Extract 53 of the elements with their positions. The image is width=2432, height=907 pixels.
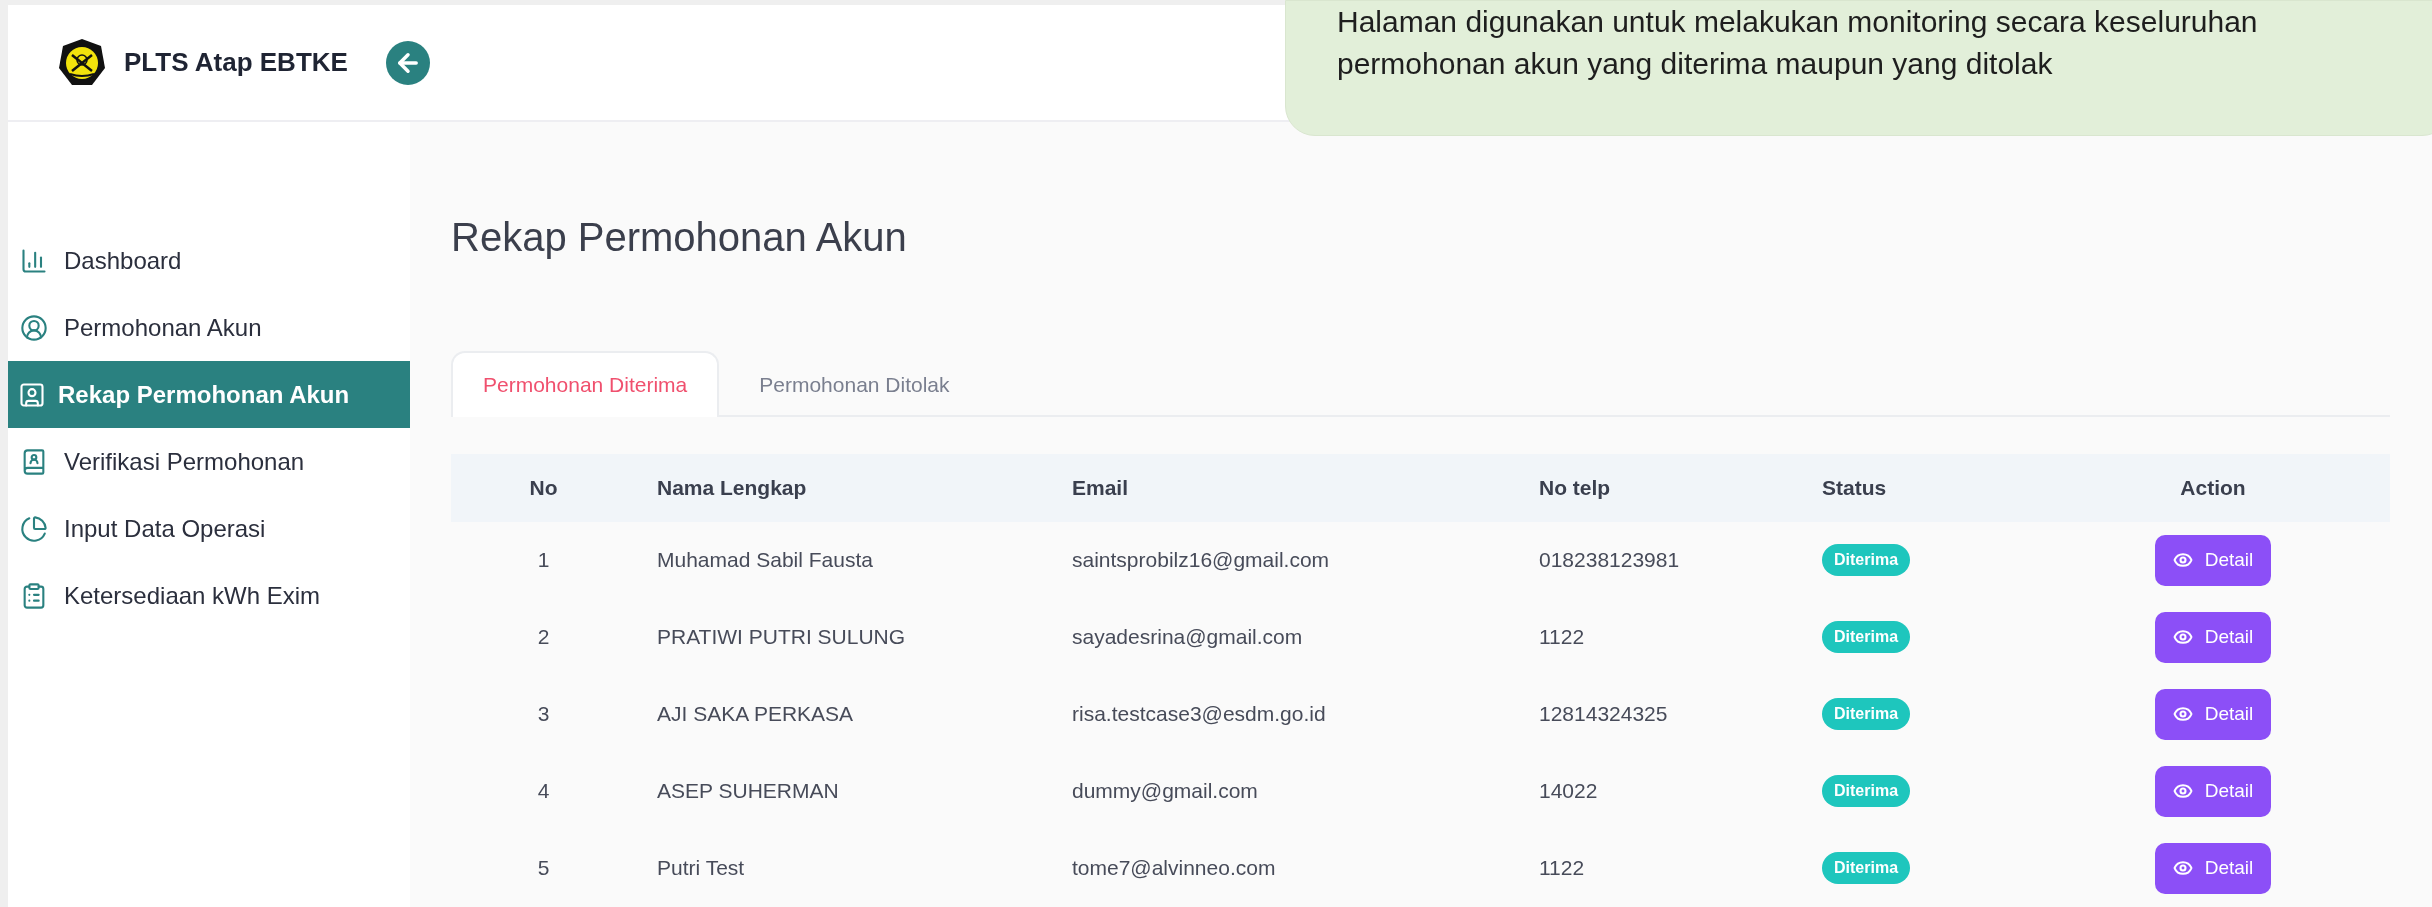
- sidebar-item[interactable]: Rekap Permohonan Akun: [8, 361, 410, 428]
- status-badge: Diterima: [1822, 621, 1911, 654]
- callout-text: Halaman digunakan untuk melakukan monitoring secara keseluruhan permohonan akun yang diterima maupun yang ditolak: [1337, 4, 2259, 82]
- column-header: Email: [1071, 475, 1130, 500]
- tab[interactable]: Permohonan Diterima: [451, 351, 720, 417]
- sidebar-item[interactable]: Input Data Operasi: [8, 495, 410, 562]
- table-cell-text: 4: [536, 779, 551, 804]
- detail-button[interactable]: Detail: [2154, 611, 2272, 663]
- table-cell-text: 1: [536, 548, 551, 573]
- page-title: Rekap Permohonan Akun: [451, 214, 908, 261]
- emblem-icon: [58, 37, 106, 88]
- status-badge: Diterima: [1822, 544, 1911, 577]
- detail-button[interactable]: Detail: [2154, 534, 2272, 586]
- bar-chart-icon: [20, 246, 48, 275]
- column-header: Status: [1821, 475, 1888, 500]
- table-cell-text: risa.testcase3@esdm.go.id: [1071, 702, 1327, 727]
- table-cell-text: 14022: [1538, 779, 1599, 804]
- sidebar-item[interactable]: Verifikasi Permohonan: [8, 428, 410, 495]
- table-cell-text: 5: [536, 856, 551, 881]
- table-cell-text: 018238123981: [1538, 548, 1681, 573]
- column-header: No telp: [1538, 475, 1612, 500]
- table-cell-text: 1122: [1538, 625, 1586, 650]
- table-cell-text: 1122: [1538, 856, 1586, 881]
- column-header: No: [528, 475, 559, 500]
- table-cell-text: ASEP SUHERMAN: [656, 779, 840, 804]
- table-cell-text: 3: [536, 702, 551, 727]
- table-cell-text: AJI SAKA PERKASA: [656, 702, 855, 727]
- sidebar-item[interactable]: Ketersediaan kWh Exim: [8, 562, 410, 629]
- table-cell-text: 2: [536, 625, 551, 650]
- sidebar-item[interactable]: Dashboard: [8, 227, 410, 294]
- detail-button[interactable]: Detail: [2154, 688, 2272, 740]
- detail-button[interactable]: Detail: [2154, 765, 2272, 817]
- table-cell-text: dummy@gmail.com: [1071, 779, 1259, 804]
- status-badge: Diterima: [1822, 852, 1911, 885]
- table-cell-text: sayadesrina@gmail.com: [1071, 625, 1304, 650]
- column-header: Nama Lengkap: [656, 475, 808, 500]
- table-cell-text: 12814324325: [1538, 702, 1669, 727]
- pie-chart-icon: [20, 514, 48, 543]
- user-square-icon: [18, 380, 46, 409]
- status-badge: Diterima: [1822, 698, 1911, 731]
- table-cell-text: tome7@alvinneo.com: [1071, 856, 1277, 881]
- table-cell-text: Muhamad Sabil Fausta: [656, 548, 874, 573]
- app-title: PLTS Atap EBTKE: [124, 47, 348, 78]
- status-badge: Diterima: [1822, 775, 1911, 808]
- user-circle-icon: [20, 313, 48, 342]
- sidebar-item[interactable]: Permohonan Akun: [8, 294, 410, 361]
- collapse-button[interactable]: [386, 40, 430, 85]
- tab[interactable]: Permohonan Ditolak: [727, 351, 982, 417]
- table-cell-text: saintsprobilz16@gmail.com: [1071, 548, 1331, 573]
- column-header: Action: [2179, 475, 2247, 500]
- table-cell-text: PRATIWI PUTRI SULUNG: [656, 625, 907, 650]
- detail-button[interactable]: Detail: [2154, 842, 2272, 894]
- table-cell-text: Putri Test: [656, 856, 746, 881]
